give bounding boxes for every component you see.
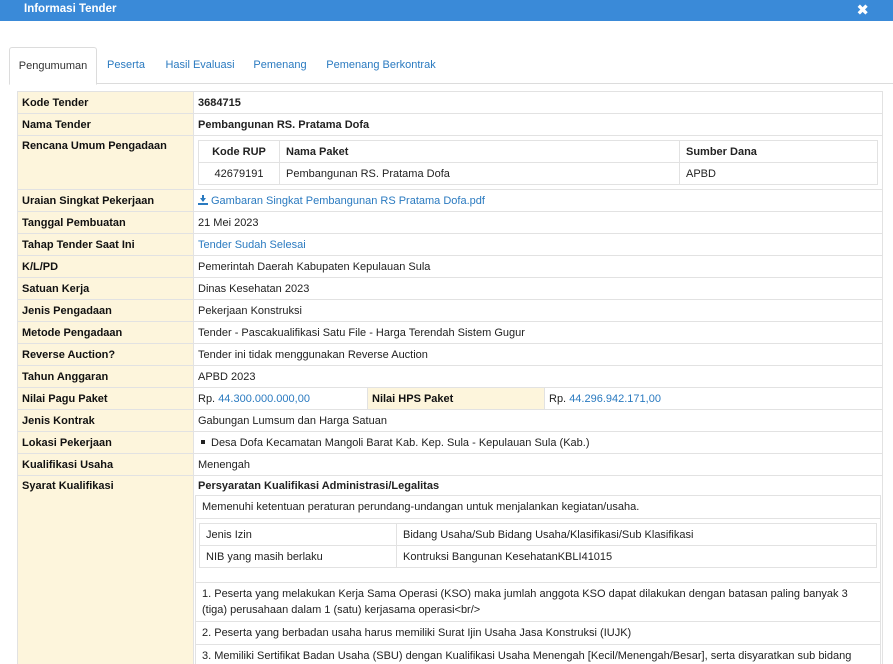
- label-hps: Nilai HPS Paket: [367, 387, 545, 410]
- label-pagu: Nilai Pagu Paket: [17, 387, 194, 410]
- row-kualifikasi: Kualifikasi Usaha Menengah: [17, 453, 883, 476]
- rup-header-sumber: Sumber Dana: [679, 140, 878, 163]
- value-kode-tender: 3684715: [193, 91, 883, 114]
- row-kode-tender: Kode Tender 3684715: [17, 91, 883, 114]
- syarat-title: Persyaratan Kualifikasi Administrasi/Leg…: [198, 480, 440, 492]
- value-lokasi: Desa Dofa Kecamatan Mangoli Barat Kab. K…: [211, 436, 590, 449]
- label-klpd: K/L/PD: [17, 255, 194, 278]
- table-row: 42679191 Pembangunan RS. Pratama Dofa AP…: [198, 162, 878, 185]
- value-reverse: Tender ini tidak menggunakan Reverse Auc…: [193, 343, 883, 366]
- tender-info-table: Kode Tender 3684715 Nama Tender Pembangu…: [17, 91, 883, 664]
- tab-peserta[interactable]: Peserta: [99, 47, 153, 84]
- value-klpd: Pemerintah Daerah Kabupaten Kepulauan Su…: [193, 255, 883, 278]
- table-row: NIB yang masih berlaku Kontruksi Banguna…: [199, 545, 877, 568]
- syarat-item-3: 3. Memiliki Sertifikat Badan Usaha (SBU)…: [195, 644, 881, 664]
- row-tanggal: Tanggal Pembuatan 21 Mei 2023: [17, 211, 883, 234]
- row-uraian: Uraian Singkat Pekerjaan Gambaran Singka…: [17, 189, 883, 212]
- izin-cell-bidang: Kontruksi Bangunan KesehatanKBLI41015: [396, 545, 877, 568]
- rup-cell-kode: 42679191: [198, 162, 280, 185]
- row-reverse: Reverse Auction? Tender ini tidak menggu…: [17, 343, 883, 366]
- uraian-link-text: Gambaran Singkat Pembangunan RS Pratama …: [211, 194, 485, 207]
- tahap-link[interactable]: Tender Sudah Selesai: [198, 239, 306, 251]
- value-jenis-kontrak: Gabungan Lumsum dan Harga Satuan: [193, 409, 883, 432]
- row-metode: Metode Pengadaan Tender - Pascakualifika…: [17, 321, 883, 344]
- value-metode: Tender - Pascakualifikasi Satu File - Ha…: [193, 321, 883, 344]
- row-rup: Rencana Umum Pengadaan Kode RUP Nama Pak…: [17, 135, 883, 190]
- tab-bar: Pengumuman Peserta Hasil Evaluasi Pemena…: [9, 47, 893, 85]
- close-icon[interactable]: ✖: [856, 1, 869, 19]
- label-reverse: Reverse Auction?: [17, 343, 194, 366]
- value-kualifikasi: Menengah: [193, 453, 883, 476]
- label-tahun: Tahun Anggaran: [17, 365, 194, 388]
- label-lokasi: Lokasi Pekerjaan: [17, 431, 194, 454]
- uraian-download-link[interactable]: Gambaran Singkat Pembangunan RS Pratama …: [198, 194, 485, 207]
- row-pagu: Nilai Pagu Paket Rp. 44.300.000.000,00 N…: [17, 387, 883, 410]
- value-tahun: APBD 2023: [193, 365, 883, 388]
- value-tanggal: 21 Mei 2023: [193, 211, 883, 234]
- syarat-intro: Memenuhi ketentuan peraturan perundang-u…: [195, 495, 881, 519]
- label-kualifikasi: Kualifikasi Usaha: [17, 453, 194, 476]
- row-jenis-kontrak: Jenis Kontrak Gabungan Lumsum dan Harga …: [17, 409, 883, 432]
- izin-cell-jenis: NIB yang masih berlaku: [199, 545, 397, 568]
- rup-cell-nama: Pembangunan RS. Pratama Dofa: [279, 162, 680, 185]
- tab-pengumuman[interactable]: Pengumuman: [9, 47, 97, 85]
- rup-header-kode: Kode RUP: [198, 140, 280, 163]
- izin-header-jenis: Jenis Izin: [199, 523, 397, 546]
- bullet-icon: [201, 439, 205, 444]
- hps-value[interactable]: 44.296.942.171,00: [569, 393, 661, 405]
- row-jenis-pengadaan: Jenis Pengadaan Pekerjaan Konstruksi: [17, 299, 883, 322]
- label-tanggal: Tanggal Pembuatan: [17, 211, 194, 234]
- label-jenis-pengadaan: Jenis Pengadaan: [17, 299, 194, 322]
- label-satker: Satuan Kerja: [17, 277, 194, 300]
- row-satker: Satuan Kerja Dinas Kesehatan 2023: [17, 277, 883, 300]
- hps-prefix: Rp.: [549, 392, 567, 405]
- row-klpd: K/L/PD Pemerintah Daerah Kabupaten Kepul…: [17, 255, 883, 278]
- modal-title: Informasi Tender: [24, 3, 117, 15]
- label-jenis-kontrak: Jenis Kontrak: [17, 409, 194, 432]
- modal-header: Informasi Tender ✖: [0, 0, 893, 21]
- label-nama-tender: Nama Tender: [17, 113, 194, 136]
- label-tahap: Tahap Tender Saat Ini: [17, 233, 194, 256]
- label-rup: Rencana Umum Pengadaan: [17, 135, 194, 190]
- tab-hasil-evaluasi[interactable]: Hasil Evaluasi: [159, 47, 241, 84]
- row-tahun: Tahun Anggaran APBD 2023: [17, 365, 883, 388]
- tab-pemenang[interactable]: Pemenang: [247, 47, 313, 84]
- izin-header-bidang: Bidang Usaha/Sub Bidang Usaha/Klasifikas…: [396, 523, 877, 546]
- pagu-value[interactable]: 44.300.000.000,00: [218, 393, 310, 405]
- value-satker: Dinas Kesehatan 2023: [193, 277, 883, 300]
- value-nama-tender: Pembangunan RS. Pratama Dofa: [193, 113, 883, 136]
- izin-table: Jenis Izin Bidang Usaha/Sub Bidang Usaha…: [199, 523, 877, 568]
- label-metode: Metode Pengadaan: [17, 321, 194, 344]
- row-tahap: Tahap Tender Saat Ini Tender Sudah Seles…: [17, 233, 883, 256]
- download-icon: [198, 194, 208, 205]
- syarat-item-2: 2. Peserta yang berbadan usaha harus mem…: [195, 621, 881, 645]
- row-syarat: Syarat Kualifikasi Persyaratan Kualifika…: [17, 475, 883, 664]
- label-kode-tender: Kode Tender: [17, 91, 194, 114]
- tab-pemenang-berkontrak[interactable]: Pemenang Berkontrak: [321, 47, 441, 84]
- pagu-prefix: Rp.: [198, 392, 216, 405]
- rup-cell-sumber: APBD: [679, 162, 878, 185]
- row-nama-tender: Nama Tender Pembangunan RS. Pratama Dofa: [17, 113, 883, 136]
- rup-table: Kode RUP Nama Paket Sumber Dana 42679191…: [198, 140, 878, 185]
- label-uraian: Uraian Singkat Pekerjaan: [17, 189, 194, 212]
- syarat-item-1: 1. Peserta yang melakukan Kerja Sama Ope…: [195, 582, 881, 622]
- label-syarat: Syarat Kualifikasi: [17, 475, 194, 664]
- value-jenis-pengadaan: Pekerjaan Konstruksi: [193, 299, 883, 322]
- row-lokasi: Lokasi Pekerjaan Desa Dofa Kecamatan Man…: [17, 431, 883, 454]
- rup-header-nama: Nama Paket: [279, 140, 680, 163]
